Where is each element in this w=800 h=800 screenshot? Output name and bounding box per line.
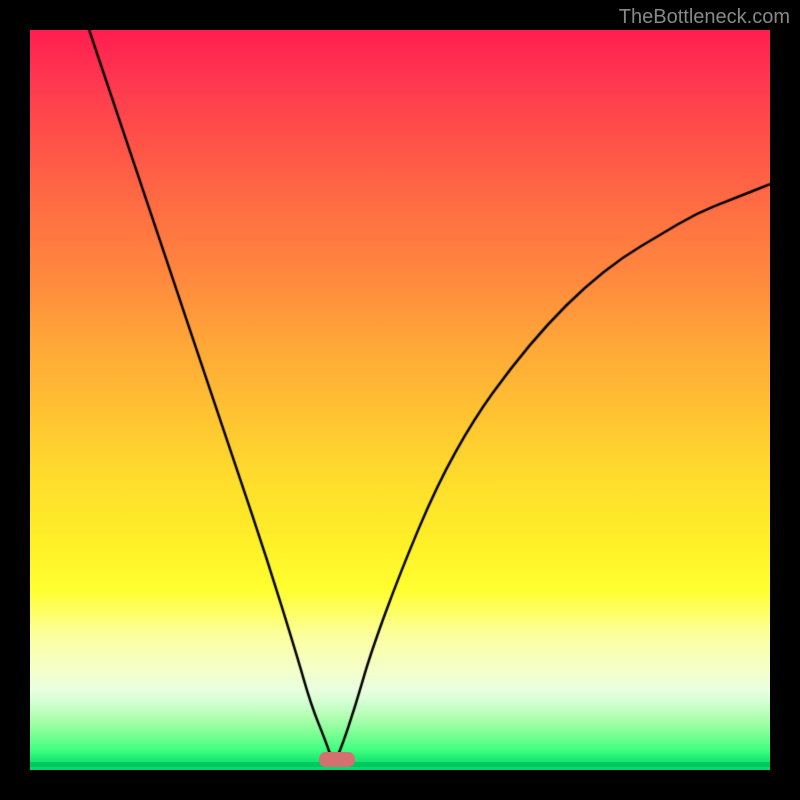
- chart-plot-area: [30, 30, 770, 770]
- baseline: [30, 762, 770, 767]
- gradient-background-lower: [30, 689, 770, 770]
- gradient-background-upper: [30, 30, 770, 689]
- watermark-text: TheBottleneck.com: [619, 6, 790, 29]
- optimal-marker: [319, 752, 355, 767]
